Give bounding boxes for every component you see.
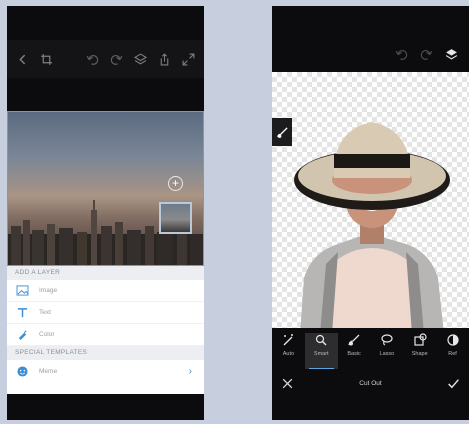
smiley-icon xyxy=(15,365,29,377)
tool-smart[interactable]: Smart xyxy=(304,333,338,369)
layer-option-label: Image xyxy=(39,287,58,294)
layers-icon[interactable] xyxy=(133,52,148,67)
bottom-bar xyxy=(7,394,204,420)
cutout-tools-bar: Auto Smart Basic Lasso Shape Ref xyxy=(272,328,469,370)
color-icon xyxy=(15,329,29,341)
layers-icon[interactable] xyxy=(444,47,459,62)
cutout-canvas[interactable] xyxy=(272,72,469,334)
redo-icon[interactable] xyxy=(109,52,124,67)
add-layer-panel: ADD A LAYER Image Text Color SPECIAL TEM… xyxy=(7,266,204,394)
lasso-icon xyxy=(381,334,393,346)
right-phone-screen: Auto Smart Basic Lasso Shape Ref Cut Out xyxy=(272,6,469,420)
image-icon xyxy=(15,285,29,297)
mode-title: Cut Out xyxy=(359,379,382,387)
layer-option-color[interactable]: Color xyxy=(7,324,204,346)
brush-mode-button[interactable] xyxy=(272,118,292,146)
layer-thumbnail[interactable] xyxy=(159,202,192,234)
tool-label: Shape xyxy=(411,351,428,357)
refine-icon xyxy=(446,334,459,346)
text-icon xyxy=(15,307,29,319)
tool-shape[interactable]: Shape xyxy=(403,333,436,369)
layer-option-label: Text xyxy=(39,309,51,316)
redo-icon[interactable] xyxy=(419,47,434,62)
brush-icon xyxy=(276,126,288,138)
editor-toolbar xyxy=(272,40,469,68)
chevron-right-icon: › xyxy=(188,366,192,377)
undo-icon[interactable] xyxy=(394,47,409,62)
tool-label: Basic xyxy=(347,351,361,357)
share-icon[interactable] xyxy=(157,52,172,67)
cutout-bottom-bar: Cut Out xyxy=(272,370,469,396)
woman-with-hat-image xyxy=(294,122,450,334)
layer-option-image[interactable]: Image xyxy=(7,280,204,302)
undo-icon[interactable] xyxy=(85,52,100,67)
template-item-label: Meme xyxy=(39,367,58,375)
add-layer-button[interactable]: + xyxy=(168,176,183,191)
tool-basic[interactable]: Basic xyxy=(338,333,371,369)
checkmark-icon[interactable] xyxy=(446,376,461,391)
close-icon[interactable] xyxy=(280,376,295,391)
back-icon[interactable] xyxy=(15,52,30,67)
tool-lasso[interactable]: Lasso xyxy=(370,333,403,369)
shape-icon xyxy=(414,333,427,346)
add-layer-header: ADD A LAYER xyxy=(7,266,204,280)
template-item-meme[interactable]: Meme › xyxy=(7,360,204,382)
smart-select-icon xyxy=(316,334,327,346)
layer-option-text[interactable]: Text xyxy=(7,302,204,324)
expand-icon[interactable] xyxy=(181,52,196,67)
tool-label: Smart xyxy=(313,351,329,357)
layer-option-label: Color xyxy=(39,331,55,338)
tool-auto[interactable]: Auto xyxy=(272,333,305,369)
tool-label: Lasso xyxy=(379,351,395,357)
brush-icon xyxy=(348,334,360,346)
tool-label: Ref xyxy=(448,351,457,357)
magic-wand-icon xyxy=(283,334,294,346)
special-templates-header: SPECIAL TEMPLATES xyxy=(7,346,204,360)
left-phone-screen: + ADD A LAYER Image Text Color SPECIAL T… xyxy=(7,6,204,420)
crop-icon[interactable] xyxy=(39,52,54,67)
tool-refine[interactable]: Ref xyxy=(436,333,469,369)
tool-label: Auto xyxy=(282,351,295,357)
editor-toolbar xyxy=(7,40,204,78)
